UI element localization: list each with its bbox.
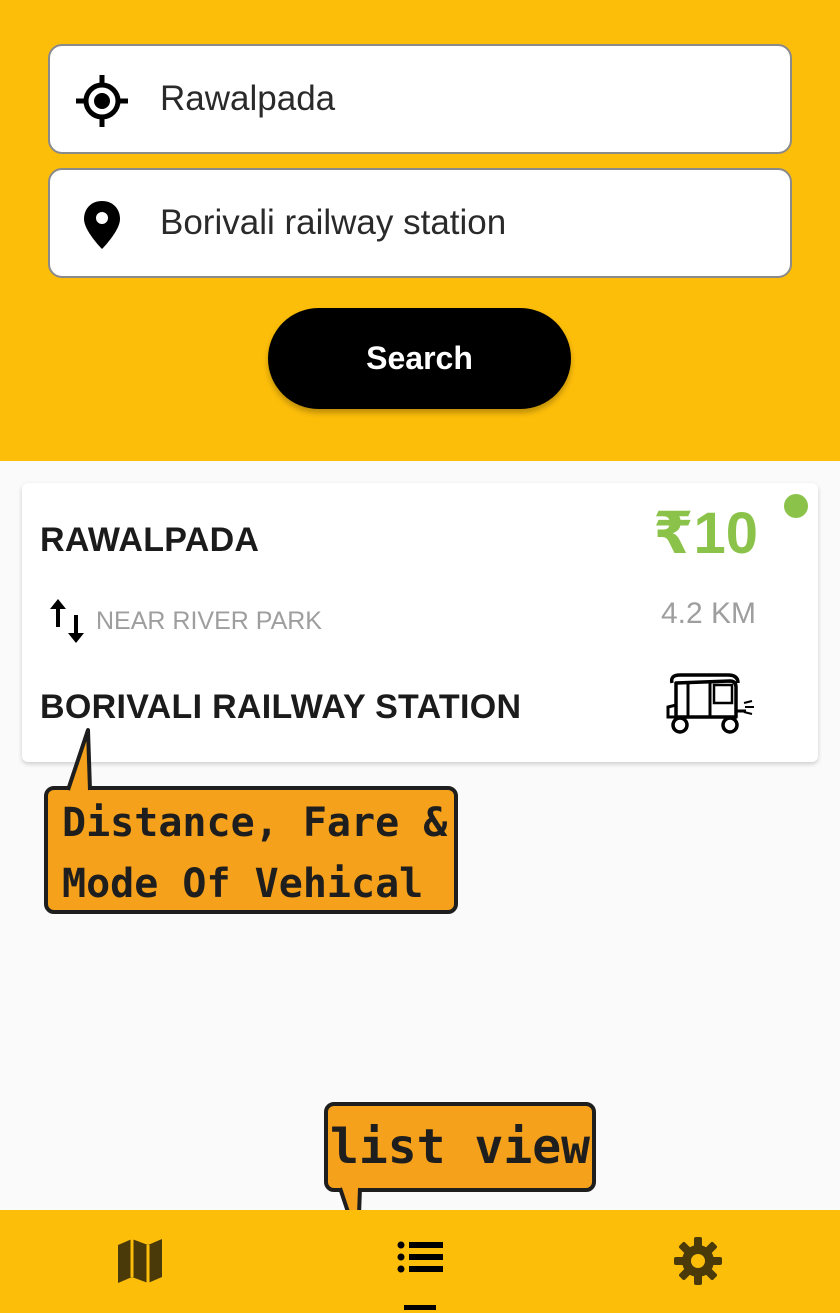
- origin-field[interactable]: Rawalpada: [48, 44, 792, 154]
- info-callout-line-1: Distance, Fare &: [62, 800, 448, 846]
- active-tab-indicator: [404, 1305, 436, 1310]
- location-pin-icon: [84, 201, 120, 249]
- list-icon[interactable]: [394, 1235, 446, 1287]
- search-button[interactable]: Search: [268, 308, 571, 409]
- info-callout-tail: [66, 728, 92, 791]
- route-origin: RAWALPADA: [40, 521, 260, 559]
- app-screen: Rawalpada Borivali railway station Searc…: [0, 0, 840, 1313]
- route-via: NEAR RIVER PARK: [96, 607, 322, 635]
- route-distance: 4.2 KM: [660, 597, 756, 630]
- list-view-callout: list view: [324, 1102, 596, 1192]
- map-icon[interactable]: [114, 1235, 166, 1287]
- bottom-navigation: [0, 1210, 840, 1313]
- info-callout-line-2: Mode Of Vehical: [62, 861, 424, 907]
- my-location-icon: [76, 75, 128, 127]
- info-callout: Distance, Fare & Mode Of Vehical: [44, 786, 458, 914]
- route-destination: BORIVALI RAILWAY STATION: [40, 688, 522, 726]
- destination-value: Borivali railway station: [160, 203, 507, 242]
- auto-rickshaw-icon: [666, 673, 754, 734]
- status-dot: [784, 494, 808, 518]
- route-fare: ₹10: [653, 501, 758, 566]
- gear-icon[interactable]: [672, 1235, 724, 1287]
- swap-vertical-icon: [50, 599, 84, 643]
- destination-field[interactable]: Borivali railway station: [48, 168, 792, 278]
- origin-value: Rawalpada: [160, 79, 336, 118]
- search-panel: Rawalpada Borivali railway station Searc…: [0, 0, 840, 461]
- route-card[interactable]: RAWALPADA ₹10 NEAR RIVER PARK 4.2 KM BOR…: [22, 483, 818, 762]
